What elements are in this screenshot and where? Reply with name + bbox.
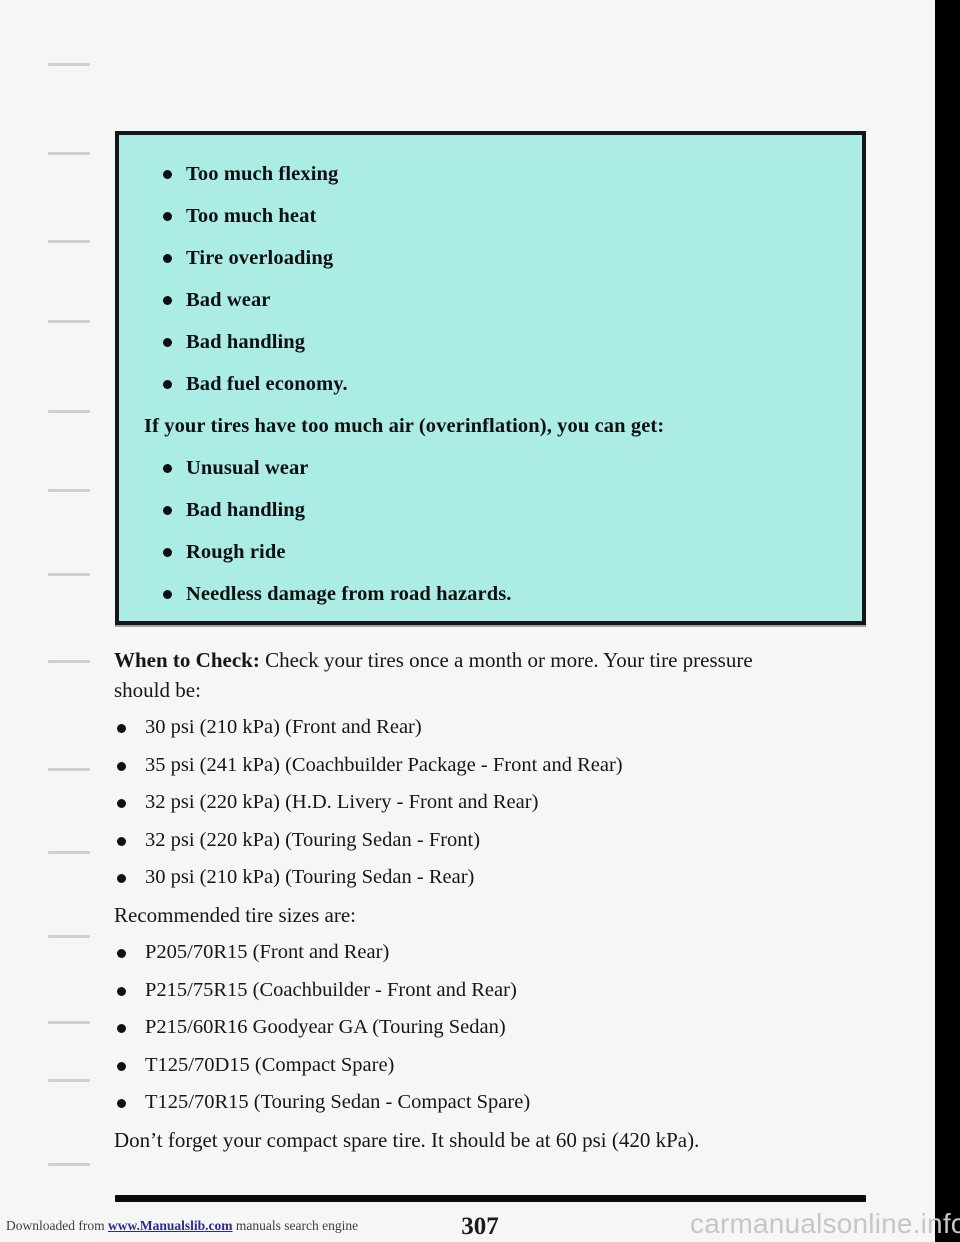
list-item: 32 psi (220 kPa) (Touring Sedan - Front): [114, 822, 874, 860]
margin-mark: [48, 573, 90, 576]
margin-mark: [48, 660, 90, 663]
list-item: 35 psi (241 kPa) (Coachbuilder Package -…: [114, 747, 874, 785]
margin-mark: [48, 152, 90, 155]
margin-mark: [48, 410, 90, 413]
margin-mark: [48, 1021, 90, 1024]
margin-mark: [48, 240, 90, 243]
when-to-check-label: When to Check:: [114, 648, 260, 672]
scanned-manual-page: Too much flexing Too much heat Tire over…: [0, 0, 960, 1242]
tire-pressure-list: 30 psi (210 kPa) (Front and Rear) 35 psi…: [114, 709, 874, 897]
when-to-check-paragraph: When to Check: Check your tires once a m…: [114, 645, 804, 705]
list-item: P215/75R15 (Coachbuilder - Front and Rea…: [114, 972, 874, 1010]
margin-mark: [48, 851, 90, 854]
list-item: Tire overloading: [141, 237, 840, 279]
tire-sizes-list: P205/70R15 (Front and Rear) P215/75R15 (…: [114, 934, 874, 1122]
list-item: Bad fuel economy.: [141, 363, 840, 405]
list-item: 30 psi (210 kPa) (Touring Sedan - Rear): [114, 859, 874, 897]
margin-mark: [48, 1163, 90, 1166]
tire-sizes-lead: Recommended tire sizes are:: [114, 902, 356, 927]
list-item: Unusual wear: [141, 447, 840, 489]
carmanualsonline-watermark: carmanualsonline.info: [690, 1208, 960, 1239]
scan-edge-artifact-lower: [937, 620, 960, 1242]
overinflation-lead-text: If your tires have too much air (overinf…: [144, 415, 665, 437]
list-item: Rough ride: [141, 531, 840, 573]
list-item: Too much heat: [141, 195, 840, 237]
overinflation-symptom-list: Unusual wear Bad handling Rough ride Nee…: [141, 447, 840, 615]
margin-mark: [48, 489, 90, 492]
list-item: 30 psi (210 kPa) (Front and Rear): [114, 709, 874, 747]
list-item: Bad wear: [141, 279, 840, 321]
body-content: When to Check: Check your tires once a m…: [114, 645, 874, 1159]
tire-inflation-callout-box: Too much flexing Too much heat Tire over…: [115, 131, 866, 625]
list-item: P205/70R15 (Front and Rear): [114, 934, 874, 972]
list-item: Too much flexing: [141, 153, 840, 195]
list-item: P215/60R16 Goodyear GA (Touring Sedan): [114, 1009, 874, 1047]
list-item: Bad handling: [141, 321, 840, 363]
margin-mark: [48, 63, 90, 66]
list-item: T125/70D15 (Compact Spare): [114, 1047, 874, 1085]
footer-rule: [115, 1195, 866, 1202]
margin-mark: [48, 1079, 90, 1082]
margin-scan-marks: [0, 0, 110, 1242]
margin-mark: [48, 320, 90, 323]
margin-mark: [48, 768, 90, 771]
margin-mark: [48, 935, 90, 938]
compact-spare-note: Don’t forget your compact spare tire. It…: [114, 1127, 700, 1152]
underinflation-symptom-list: Too much flexing Too much heat Tire over…: [141, 153, 840, 405]
list-item: Bad handling: [141, 489, 840, 531]
list-item: T125/70R15 (Touring Sedan - Compact Spar…: [114, 1084, 874, 1122]
list-item: Needless damage from road hazards.: [141, 573, 840, 615]
list-item: 32 psi (220 kPa) (H.D. Livery - Front an…: [114, 784, 874, 822]
